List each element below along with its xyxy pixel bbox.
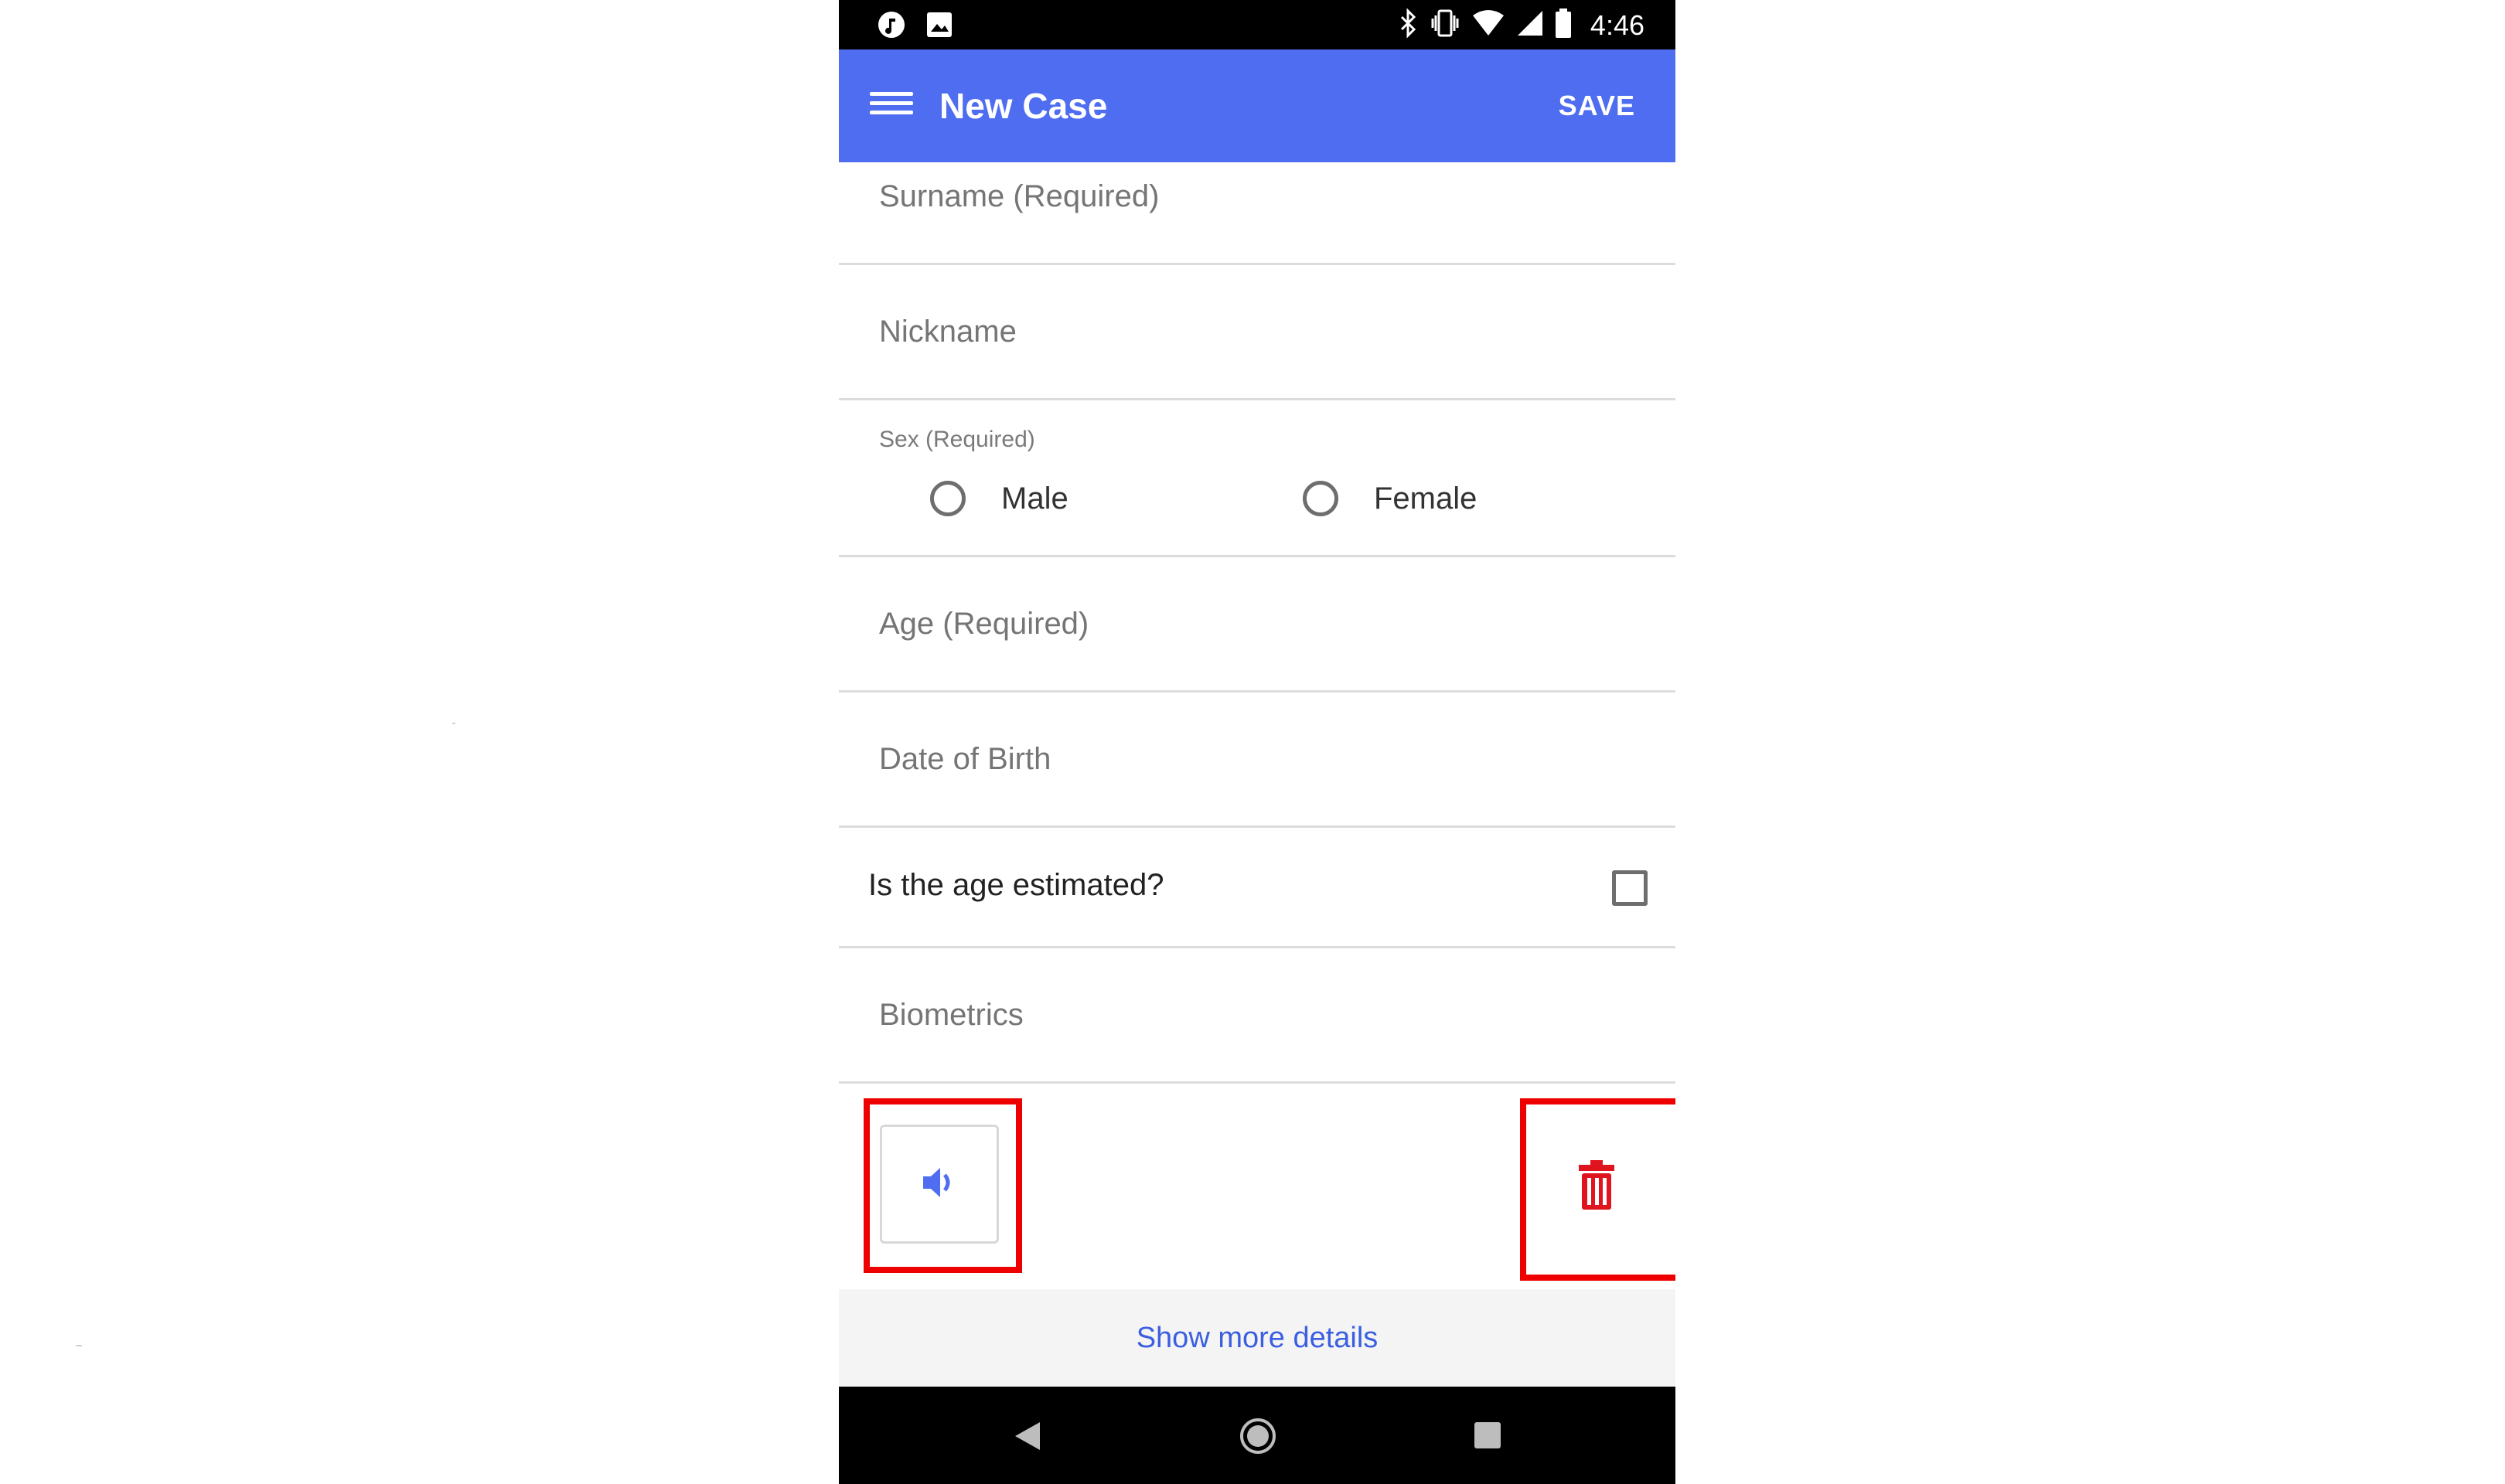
status-bar: 4:46 [839, 0, 1675, 49]
radio-female[interactable]: Female [1303, 481, 1477, 516]
stray-mark [76, 1345, 82, 1346]
radio-female-circle[interactable] [1303, 481, 1338, 516]
dob-field-container [839, 693, 1675, 828]
battery-icon [1555, 9, 1572, 42]
delete-button-highlight [1520, 1098, 1675, 1281]
date-of-birth-field[interactable] [879, 742, 1621, 777]
age-field[interactable] [879, 607, 1621, 642]
bluetooth-icon [1397, 8, 1419, 43]
signal-icon [1516, 9, 1544, 41]
music-icon [876, 9, 907, 40]
surname-field[interactable] [879, 179, 1621, 214]
page-title: New Case [939, 86, 1108, 126]
image-icon [924, 9, 955, 40]
age-estimated-label: Is the age estimated? [868, 868, 1164, 902]
nickname-field[interactable] [879, 315, 1621, 349]
radio-female-label: Female [1374, 481, 1477, 516]
biometrics-field[interactable] [879, 998, 1621, 1033]
status-right-icons: 4:46 [1397, 8, 1644, 43]
home-icon[interactable] [1239, 1418, 1276, 1454]
age-field-container [839, 557, 1675, 693]
surname-field-container [839, 162, 1675, 265]
sex-label: Sex (Required) [879, 427, 1035, 452]
vibrate-icon [1430, 8, 1460, 43]
nickname-field-container [839, 265, 1675, 400]
radio-male-label: Male [1001, 481, 1068, 516]
recent-apps-icon[interactable] [1474, 1422, 1501, 1448]
sound-button-highlight [864, 1098, 1022, 1273]
save-button[interactable]: SAVE [1559, 90, 1635, 122]
radio-male[interactable]: Male [930, 481, 1068, 516]
hamburger-menu-icon[interactable] [870, 87, 913, 125]
stray-mark [452, 723, 455, 724]
back-icon[interactable] [1014, 1421, 1041, 1455]
status-left-icons [876, 9, 955, 40]
biometrics-field-container [839, 948, 1675, 1084]
age-estimated-row: Is the age estimated? [839, 828, 1675, 948]
radio-male-circle[interactable] [930, 481, 966, 516]
status-time: 4:46 [1590, 9, 1644, 41]
navigation-bar [839, 1387, 1675, 1484]
show-more-details-link[interactable]: Show more details [1137, 1322, 1379, 1355]
age-estimated-checkbox[interactable] [1612, 870, 1648, 906]
wifi-icon [1471, 9, 1505, 41]
sex-field-container: Sex (Required) Male Female [839, 400, 1675, 557]
phone-screen: 4:46 New Case SAVE Sex (Required) Male F… [839, 0, 1675, 1484]
app-bar: New Case SAVE [839, 49, 1675, 162]
more-details-bar: Show more details [839, 1289, 1675, 1387]
